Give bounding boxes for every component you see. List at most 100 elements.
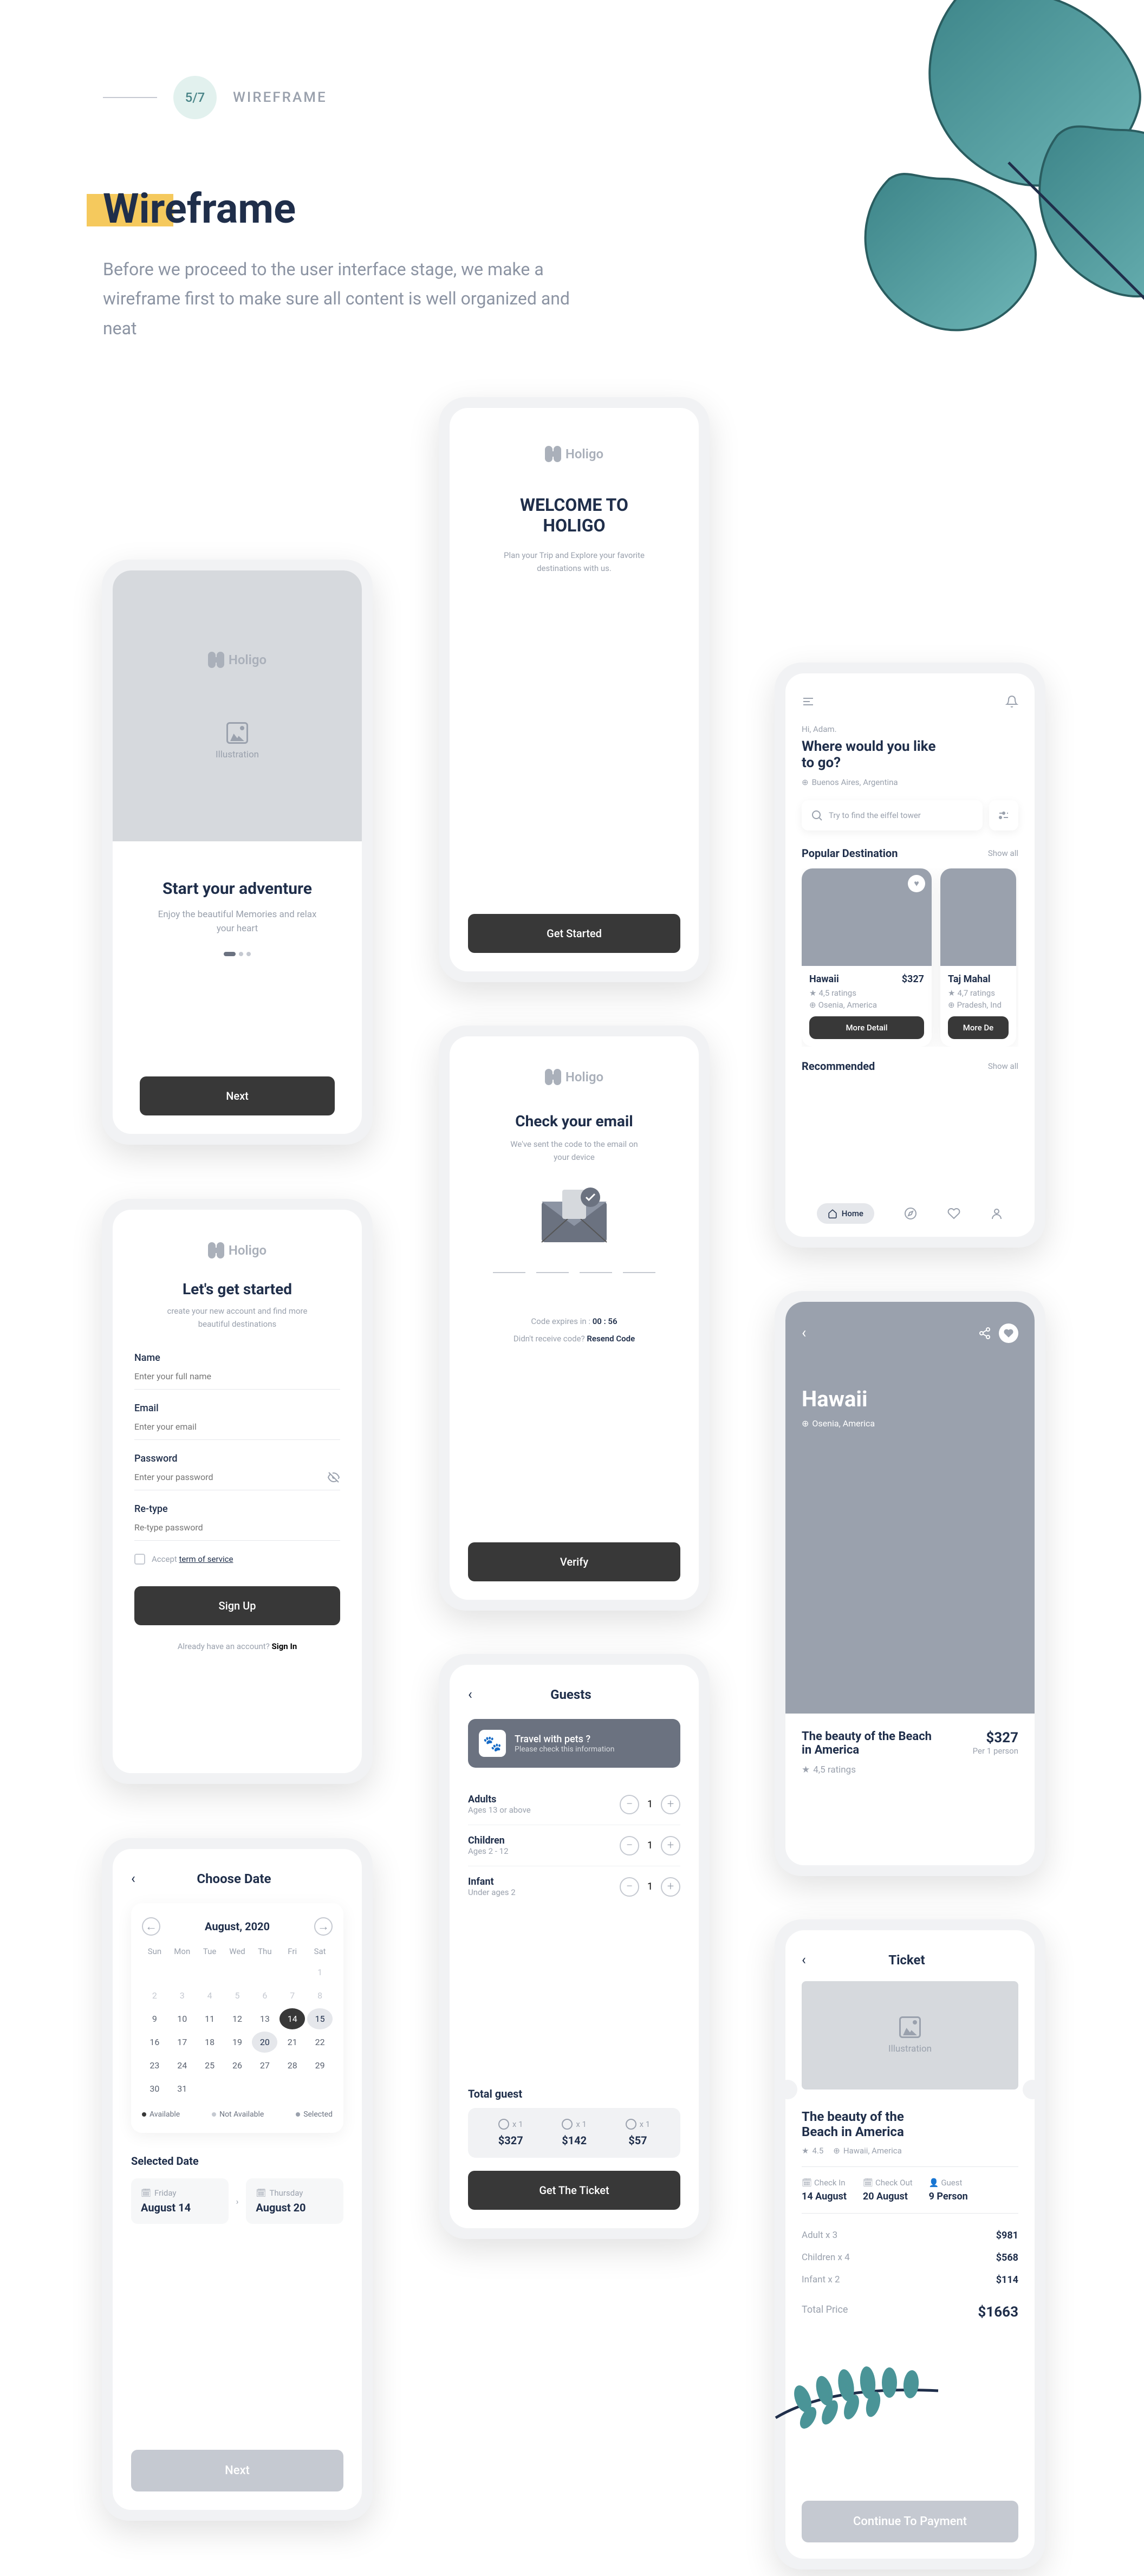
calendar-day[interactable]: 4 [197,1985,223,2006]
email-input[interactable] [134,1414,340,1440]
user-icon[interactable] [990,1207,1003,1220]
plus-button[interactable]: + [661,1877,680,1897]
calendar-day[interactable]: 1 [307,1962,333,1983]
calendar-day[interactable]: 27 [252,2055,277,2076]
more-detail-button[interactable]: More De [948,1016,1009,1039]
tos-checkbox[interactable] [134,1554,145,1565]
nav-home-tab[interactable]: Home [817,1203,874,1224]
calendar-day[interactable]: 15 [307,2008,333,2029]
show-all-link[interactable]: Show all [988,1061,1018,1071]
detail-price: $327 [973,1730,1018,1746]
eye-off-icon[interactable] [327,1471,340,1484]
location-icon: ⊕ [833,2146,840,2156]
ticket-row: Children x 4$568 [802,2247,1018,2269]
calendar-day [225,2078,250,2099]
calendar-day[interactable]: 6 [252,1985,277,2006]
calendar-day[interactable]: 20 [252,2032,277,2053]
calendar-day[interactable]: 14 [280,2008,305,2029]
get-ticket-button[interactable]: Get The Ticket [468,2171,680,2210]
calendar-day[interactable]: 8 [307,1985,333,2006]
col-price: $57 [626,2134,651,2147]
minus-button[interactable]: − [620,1795,639,1814]
calendar-day[interactable]: 29 [307,2055,333,2076]
row-value: $568 [996,2252,1018,2263]
filter-button[interactable] [989,800,1018,830]
pets-banner[interactable]: 🐾 Travel with pets ?Please check this in… [468,1719,680,1768]
back-icon[interactable]: ‹ [131,1871,135,1887]
calendar-day[interactable]: 18 [197,2032,223,2053]
compass-icon[interactable] [904,1207,917,1220]
minus-button[interactable]: − [620,1877,639,1897]
guest-type: Children [468,1835,620,1846]
calendar-day[interactable]: 5 [225,1985,250,2006]
calendar-day[interactable]: 3 [170,1985,195,2006]
favorite-button[interactable] [999,1323,1018,1343]
illustration-label: Illustration [888,2043,932,2054]
password-input[interactable] [134,1464,340,1490]
calendar-day[interactable]: 28 [280,2055,305,2076]
calendar-day[interactable]: 13 [252,2008,277,2029]
destination-card[interactable]: ♥Hawaii$327★4,5 ratings⊕Osenia, AmericaM… [802,868,932,1047]
menu-icon[interactable] [802,695,815,708]
calendar-day[interactable]: 21 [280,2032,305,2053]
heart-icon[interactable] [947,1207,960,1220]
person-icon [562,2119,573,2130]
envelope-icon [536,1185,612,1245]
retype-input[interactable] [134,1515,340,1541]
calendar-day[interactable]: 19 [225,2032,250,2053]
day-header: Sat [307,1946,333,1956]
calendar-day[interactable]: 31 [170,2078,195,2099]
calendar-day[interactable]: 23 [142,2055,167,2076]
minus-button[interactable]: − [620,1836,639,1855]
welcome-sub: Plan your Trip and Explore your favorite… [468,549,680,575]
signin-link[interactable]: Sign In [272,1641,297,1651]
calendar-day[interactable]: 16 [142,2032,167,2053]
calendar-day[interactable]: 7 [280,1985,305,2006]
col-price: $327 [498,2134,523,2147]
back-icon[interactable]: ‹ [802,1323,806,1343]
name-input[interactable] [134,1364,340,1390]
brand-name: Holigo [229,1243,266,1258]
back-icon[interactable]: ‹ [468,1686,472,1703]
back-icon[interactable]: ‹ [802,1952,806,1968]
bottom-nav: Home [802,1196,1018,1237]
calendar-day[interactable]: 17 [170,2032,195,2053]
destination-card[interactable]: Taj Mahal★4,7 ratings⊕Pradesh, IndMore D… [940,868,1016,1047]
search-input[interactable]: Try to find the eiffel tower [802,800,983,830]
otp-inputs[interactable] [468,1272,680,1273]
legend-item: Available [142,2110,180,2119]
calendar-day[interactable]: 12 [225,2008,250,2029]
more-detail-button[interactable]: More Detail [809,1016,924,1039]
next-button[interactable]: Next [140,1076,335,1115]
share-icon[interactable] [978,1327,991,1340]
favorite-button[interactable]: ♥ [908,875,925,892]
signup-button[interactable]: Sign Up [134,1586,340,1625]
tos-link[interactable]: term of service [179,1554,233,1564]
brand-name: Holigo [566,1069,603,1085]
next-month-icon[interactable]: → [314,1917,333,1936]
total-col: x 1$142 [562,2119,587,2147]
verify-title: Check your email [468,1112,680,1130]
next-button[interactable]: Next [131,2450,343,2491]
plus-button[interactable]: + [661,1795,680,1814]
calendar-day[interactable]: 26 [225,2055,250,2076]
screen-guests: ‹Guests 🐾 Travel with pets ?Please check… [439,1654,710,2239]
calendar-day[interactable]: 24 [170,2055,195,2076]
calendar-day[interactable]: 9 [142,2008,167,2029]
calendar-day[interactable]: 30 [142,2078,167,2099]
bell-icon[interactable] [1005,695,1018,708]
show-all-link[interactable]: Show all [988,848,1018,858]
verify-button[interactable]: Verify [468,1542,680,1581]
arrow-right-icon: › [236,2196,239,2207]
calendar-day[interactable]: 25 [197,2055,223,2076]
prev-month-icon[interactable]: ← [142,1917,160,1936]
continue-payment-button[interactable]: Continue To Payment [802,2501,1018,2542]
resend-link[interactable]: Resend Code [587,1334,635,1344]
plus-button[interactable]: + [661,1836,680,1855]
calendar-day[interactable]: 22 [307,2032,333,2053]
calendar-day[interactable]: 2 [142,1985,167,2006]
get-started-button[interactable]: Get Started [468,914,680,953]
calendar-day[interactable]: 11 [197,2008,223,2029]
calendar-day[interactable]: 10 [170,2008,195,2029]
total-price: $1663 [978,2304,1018,2320]
